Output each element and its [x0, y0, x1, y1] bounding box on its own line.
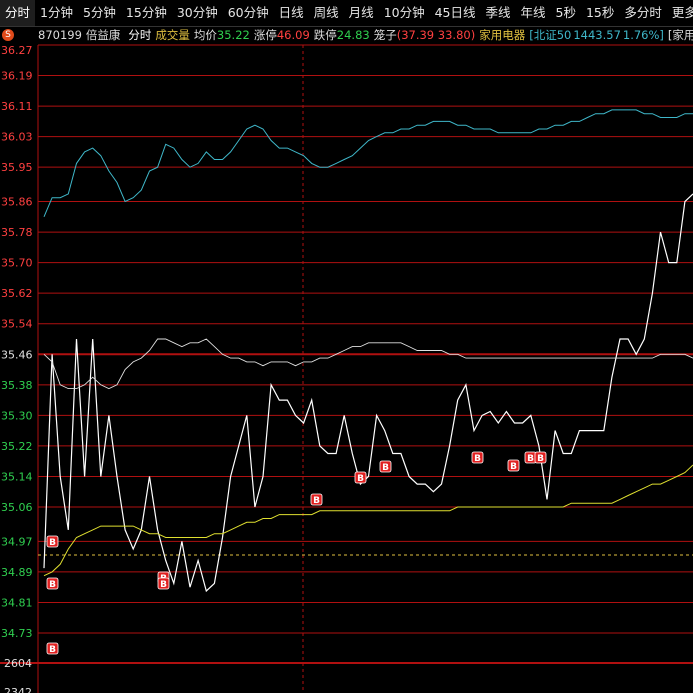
index-line [43, 109, 693, 217]
buy-marker-label: B [537, 454, 544, 464]
price-axis-label: 35.14 [1, 470, 33, 483]
buy-marker-label: B [357, 474, 364, 484]
buy-marker-label: B [49, 645, 56, 655]
bottom-axis-label: 2342 [4, 686, 32, 693]
price-line [43, 193, 693, 593]
price-axis-label: 36.11 [1, 100, 33, 113]
price-axis-label: 34.97 [1, 535, 33, 548]
price-axis-label: 36.03 [1, 131, 33, 144]
price-axis-label: 34.81 [1, 596, 33, 609]
buy-marker-label: B [160, 580, 167, 590]
price-axis-label: 35.22 [1, 440, 33, 453]
price-axis-label: 36.27 [1, 44, 33, 57]
intraday-chart[interactable]: 36.27 36.19 36.11 36.03 35.95 35.86 35.78 35.70… [0, 0, 693, 693]
buy-marker-label: B [49, 538, 56, 548]
price-axis-label: 35.54 [1, 318, 33, 331]
price-axis-label: 35.30 [1, 409, 33, 422]
price-axis-label: 35.70 [1, 257, 33, 270]
buy-marker-label: B [49, 580, 56, 590]
price-axis-label: 35.38 [1, 379, 33, 392]
price-axis-label: 36.19 [1, 70, 33, 83]
price-axis-label: 34.73 [1, 627, 33, 640]
price-axis-label: 35.95 [1, 161, 33, 174]
price-axis-label: 35.62 [1, 287, 33, 300]
avg-price-line [43, 338, 693, 390]
volume-avg-line [43, 464, 693, 577]
price-axis-label: 35.06 [1, 501, 33, 514]
volume-axis-label: 2604 [4, 657, 32, 670]
price-axis-label: 35.78 [1, 226, 33, 239]
buy-marker-label: B [527, 454, 534, 464]
buy-marker-label: B [510, 462, 517, 472]
price-axis-label: 34.89 [1, 566, 33, 579]
price-axis-label: 35.86 [1, 196, 33, 209]
buy-marker-label: B [382, 463, 389, 473]
buy-marker-label: B [474, 454, 481, 464]
price-axis-label: 35.46 [1, 348, 33, 361]
buy-marker-label: B [313, 496, 320, 506]
